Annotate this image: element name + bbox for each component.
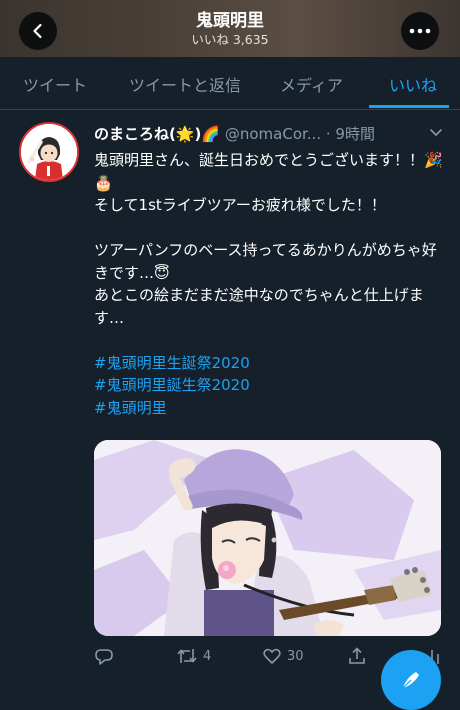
more-dots-icon <box>409 28 431 34</box>
active-tab-indicator <box>369 105 449 108</box>
feather-pen-icon <box>402 672 419 689</box>
author-display-name[interactable]: のまころね(🌟)🌈 <box>94 125 220 143</box>
page-title: 鬼頭明里 <box>196 11 264 31</box>
more-button[interactable] <box>401 12 439 50</box>
tab-tweets-and-replies[interactable]: ツイートと返信 <box>129 72 241 96</box>
tweet-line: 鬼頭明里さん、誕生日おめでとうございます！！🎉🎂 <box>94 151 443 192</box>
tab-likes[interactable]: いいね <box>389 72 437 96</box>
retweet-icon <box>177 649 197 663</box>
author-handle[interactable]: @nomaCor... <box>225 125 321 143</box>
avatar-illustration <box>21 124 77 180</box>
reply-button[interactable] <box>94 646 114 666</box>
reply-icon <box>95 649 113 665</box>
tweet-media-image[interactable] <box>94 440 441 636</box>
illustration-image <box>94 440 441 636</box>
tab-tweets[interactable]: ツイート <box>23 72 87 96</box>
like-count: 30 <box>287 648 304 664</box>
share-button[interactable] <box>347 646 367 666</box>
tweet-line: あとこの絵まだまだ途中なのでちゃんと仕上げます… <box>94 286 424 327</box>
retweet-button[interactable]: 4 <box>176 646 211 666</box>
heart-icon <box>263 648 281 664</box>
compose-tweet-button[interactable] <box>381 650 441 710</box>
hashtag-link[interactable]: #鬼頭明里誕生祭2020 <box>94 374 446 397</box>
tweet-line: そして1stライブツアーお疲れ様でした！！ <box>94 196 386 214</box>
tweet-text: 鬼頭明里さん、誕生日おめでとうございます！！🎉🎂 そして1stライブツアーお疲れ… <box>94 149 446 419</box>
tweet-line: ツアーパンフのベース持ってるあかりんがめちゃ好きです…😇 <box>94 241 437 282</box>
hashtag-link[interactable]: #鬼頭明里生誕祭2020 <box>94 352 446 375</box>
like-button[interactable]: 30 <box>262 646 304 666</box>
tweet-author-row: のまころね(🌟)🌈 @nomaCor... · 9時間 <box>94 123 449 145</box>
retweet-count: 4 <box>203 648 212 664</box>
tab-media[interactable]: メディア <box>280 72 343 96</box>
profile-tabs: ツイート ツイートと返信 メディア いいね <box>0 57 460 110</box>
profile-header: 鬼頭明里 いいね 3,635 <box>0 0 460 57</box>
avatar[interactable] <box>19 122 79 182</box>
chevron-down-icon[interactable] <box>429 125 443 139</box>
share-icon <box>349 647 365 664</box>
hashtag-link[interactable]: #鬼頭明里 <box>94 397 446 420</box>
likes-count: いいね 3,635 <box>191 32 269 47</box>
tweet-timestamp: · 9時間 <box>325 125 375 143</box>
